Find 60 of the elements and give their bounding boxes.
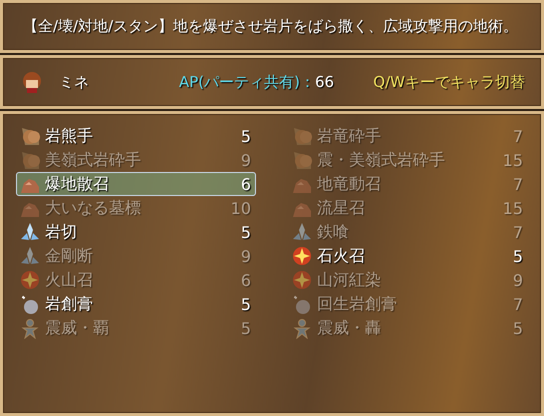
skill-cost: 10 — [230, 198, 251, 218]
boulder-icon — [291, 293, 313, 315]
skill-cost: 5 — [240, 294, 251, 314]
skill-name: 大いなる墓標 — [45, 198, 141, 218]
skill-row[interactable]: 岩創膏 5 — [16, 292, 256, 316]
skill-name: 震・美嶺式岩砕手 — [317, 150, 445, 170]
skill-description: 【全/壊/対地/スタン】地を爆ぜさせ岩片をばら撒く、広域攻撃用の地術。 — [23, 17, 518, 36]
fist-icon — [291, 125, 313, 147]
skill-name: 火山召 — [45, 270, 93, 290]
switch-character-hint: Q/Wキーでキャラ切替 — [373, 72, 525, 92]
skill-name: 地竜動召 — [317, 174, 381, 194]
figure-icon — [19, 317, 41, 339]
skill-cost: 5 — [240, 222, 251, 242]
crystal-icon — [19, 221, 41, 243]
skill-row[interactable]: 岩切 5 — [16, 220, 256, 244]
skill-cost: 7 — [512, 222, 523, 242]
skill-cost: 9 — [512, 270, 523, 290]
skill-row[interactable]: 爆地散召 6 — [16, 172, 256, 196]
skill-cost: 15 — [502, 150, 523, 170]
fist-icon — [291, 149, 313, 171]
skill-name: 爆地散召 — [45, 174, 109, 194]
skill-name: 岩切 — [45, 222, 77, 242]
skill-cost: 6 — [240, 174, 251, 194]
explosion-icon — [291, 269, 313, 291]
explosion-icon — [19, 269, 41, 291]
skill-name: 岩創膏 — [45, 294, 93, 314]
skill-name: 震威・覇 — [45, 318, 109, 338]
skill-cost: 5 — [240, 318, 251, 338]
skill-name: 岩竜砕手 — [317, 126, 381, 146]
explosion-icon — [291, 245, 313, 267]
skill-name: 岩熊手 — [45, 126, 93, 146]
skill-name: 鉄喰 — [317, 222, 349, 242]
skill-cost: 7 — [512, 294, 523, 314]
skill-cost: 9 — [240, 246, 251, 266]
skill-row[interactable]: 岩熊手 5 — [16, 124, 256, 148]
fist-icon — [19, 125, 41, 147]
skill-cost: 5 — [240, 126, 251, 146]
skill-name: 山河紅染 — [317, 270, 381, 290]
crystal-icon — [291, 221, 313, 243]
fist-icon — [19, 149, 41, 171]
skill-cost: 7 — [512, 126, 523, 146]
crystal-icon — [19, 245, 41, 267]
boulder-icon — [19, 293, 41, 315]
skill-name: 震威・轟 — [317, 318, 381, 338]
skill-name: 石火召 — [317, 246, 365, 266]
ap-value: 66 — [315, 73, 334, 91]
skill-cost: 9 — [240, 150, 251, 170]
skill-name: 金剛断 — [45, 246, 93, 266]
skill-name: 回生岩創膏 — [317, 294, 397, 314]
ap-label: AP(パーティ共有)： — [179, 72, 316, 92]
skill-name: 美嶺式岩砕手 — [45, 150, 141, 170]
skill-cost: 5 — [512, 318, 523, 338]
character-name: ミネ — [59, 72, 90, 92]
skill-cost: 5 — [512, 246, 523, 266]
skill-cost: 7 — [512, 174, 523, 194]
figure-icon — [291, 317, 313, 339]
skill-cost: 15 — [502, 198, 523, 218]
skill-cost: 6 — [240, 270, 251, 290]
skill-name: 流星召 — [317, 198, 365, 218]
skill-row[interactable]: 石火召 5 — [288, 244, 528, 268]
